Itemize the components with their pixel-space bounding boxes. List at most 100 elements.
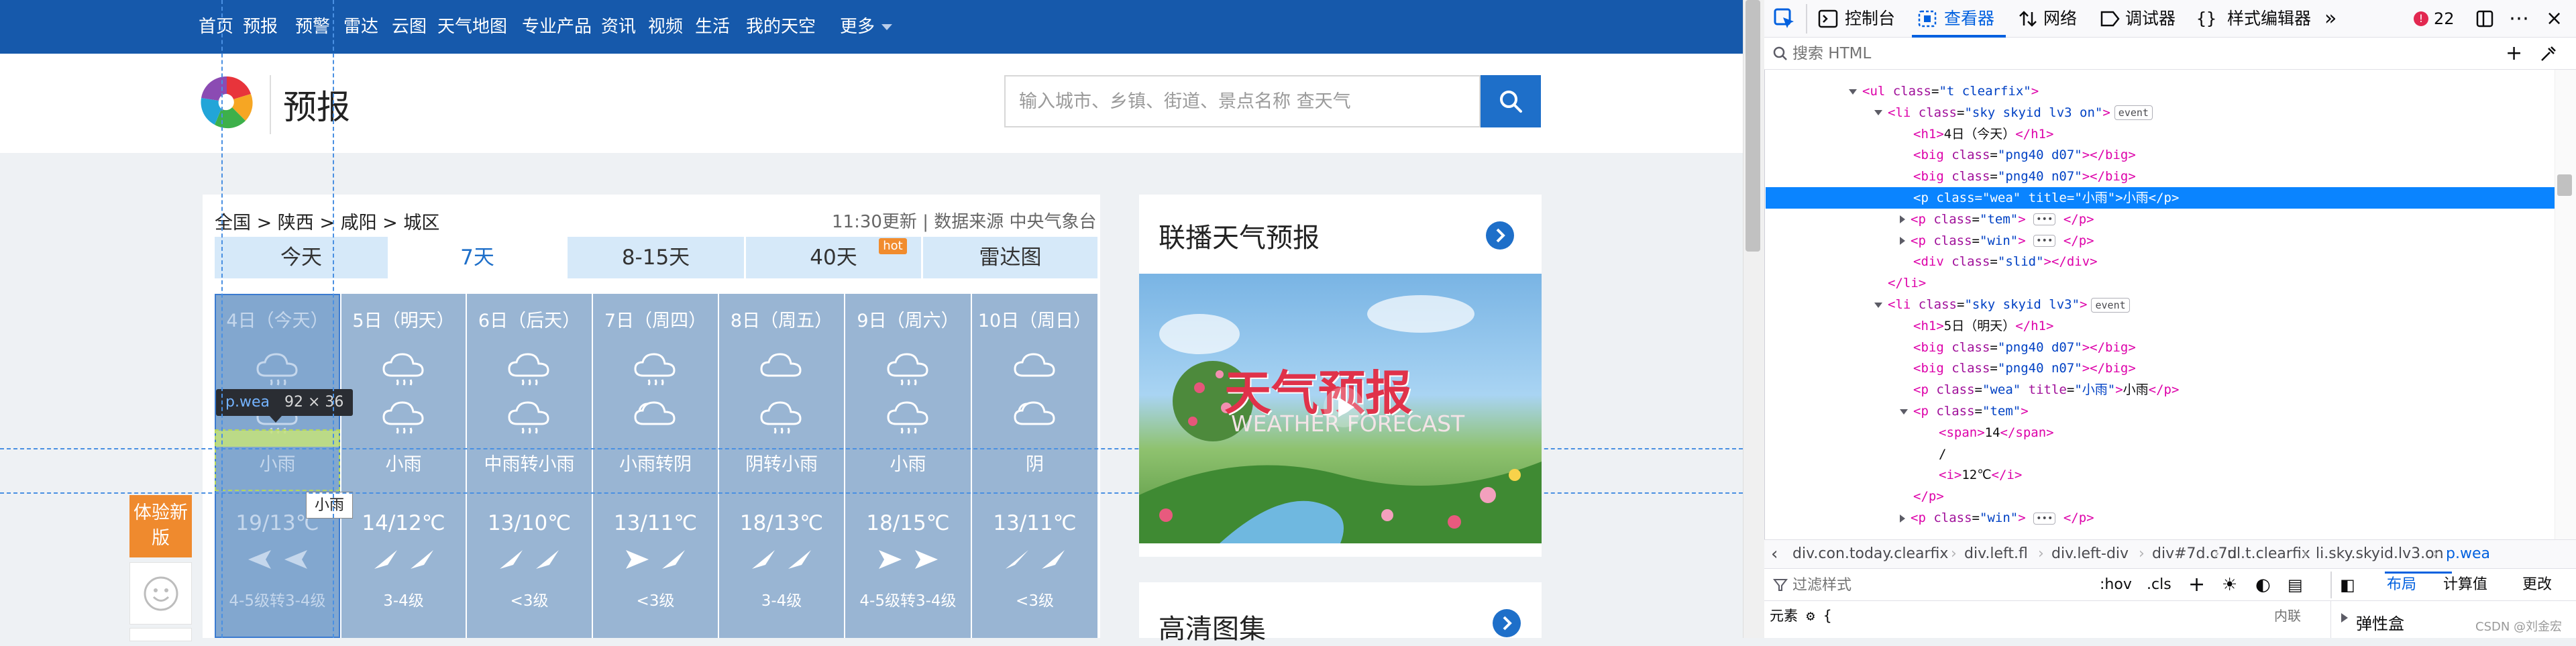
tree-node-markup: <p class="wea" title="小雨">小雨</p> (1913, 191, 2180, 205)
expand-icon[interactable] (1900, 215, 1905, 224)
tab-computed[interactable]: 计算值 (2443, 569, 2487, 601)
breadcrumb-node[interactable]: div#7d.c7d (2152, 539, 2237, 569)
light-theme-icon[interactable]: ☀ (2222, 569, 2237, 601)
play-button[interactable] (1324, 387, 1364, 427)
city-search-input[interactable] (1004, 75, 1481, 127)
tab-layout[interactable]: 布局 (2387, 569, 2416, 601)
cls-toggle[interactable]: .cls (2147, 569, 2171, 601)
more-tabs-icon[interactable]: » (2324, 0, 2337, 38)
close-icon[interactable]: × (2546, 0, 2563, 38)
forecast-tab[interactable]: 8-15天 (568, 237, 744, 278)
tree-node[interactable]: <p class="tem"> (1900, 400, 2029, 422)
nav-item[interactable]: 资讯 (601, 0, 636, 54)
tree-node[interactable]: <ul class="t clearfix"> (1849, 80, 2039, 102)
tab-debugger[interactable]: 调试器 (2125, 0, 2176, 38)
tree-node[interactable]: <p class="tem"> ••• </p> (1900, 209, 2094, 230)
collapse-icon[interactable] (1874, 302, 1882, 308)
tree-node[interactable]: <big class="png40 n07"></big> (1913, 358, 2136, 379)
collapse-icon[interactable] (1849, 89, 1857, 95)
tree-scrollbar[interactable] (2555, 70, 2576, 539)
chevron-left-icon[interactable]: ‹ (1771, 539, 1778, 569)
tree-node[interactable]: <div class="slid"></div> (1913, 251, 2098, 272)
forecast-tab[interactable]: 雷达图 (923, 237, 1097, 278)
tree-node[interactable]: <big class="png40 d07"></big> (1913, 144, 2136, 166)
forecast-day[interactable]: 10日（周日） 阴 13/11℃ <3级 (972, 294, 1097, 638)
tree-node[interactable]: <p class="wea" title="小雨">小雨</p> (1913, 379, 2179, 400)
tab-console[interactable]: 控制台 (1845, 0, 1895, 38)
tree-node[interactable]: <big class="png40 n07"></big> (1913, 166, 2136, 187)
html-search-input[interactable] (1791, 40, 2496, 67)
breadcrumb-node[interactable]: li.sky.skyid.lv3.on (2316, 539, 2444, 569)
nav-item[interactable]: 更多 (840, 0, 875, 54)
tree-node[interactable]: <li class="sky skyid lv3"> event (1874, 294, 2130, 315)
tab-changes[interactable]: 更改 (2522, 569, 2552, 601)
add-rule-icon[interactable]: + (2188, 569, 2205, 601)
tree-node[interactable]: <i>12℃</i> (1939, 464, 2022, 486)
tree-node[interactable]: <big class="png40 d07"></big> (1913, 337, 2136, 358)
tab-network[interactable]: 网络 (2043, 0, 2077, 38)
broadcast-more-button[interactable] (1486, 221, 1514, 250)
tab-inspector[interactable]: 查看器 (1944, 0, 1994, 38)
tree-node[interactable]: / (1939, 443, 1946, 465)
nav-item[interactable]: 预报 (243, 0, 278, 54)
tree-node[interactable]: <p class="win"> ••• </p> (1900, 507, 2094, 529)
forecast-day[interactable]: 8日（周五） 阴转小雨 18/13℃ 3-4级 (719, 294, 844, 638)
search-button[interactable] (1481, 75, 1541, 127)
gallery-more-button[interactable] (1493, 609, 1521, 637)
tree-scrollbar-thumb[interactable] (2557, 174, 2572, 196)
tree-node[interactable]: <p class="win"> ••• </p> (1900, 230, 2094, 252)
tree-node-selected[interactable]: <p class="wea" title="小雨">小雨</p> (1766, 187, 2555, 209)
nav-item[interactable]: 预警 (295, 0, 330, 54)
element-picker-icon[interactable] (1772, 7, 1796, 31)
expand-icon[interactable] (1900, 237, 1905, 246)
nav-item[interactable]: 生活 (695, 0, 730, 54)
tree-node[interactable]: <h1>4日（今天）</h1> (1913, 123, 2053, 145)
tree-node[interactable]: <span>14</span> (1939, 422, 2054, 443)
add-node-icon[interactable]: + (2506, 38, 2522, 70)
element-rule[interactable]: 元素 ⚙ { (1770, 605, 1832, 625)
nav-item[interactable]: 我的天空 (746, 0, 816, 54)
dock-icon[interactable] (2475, 9, 2494, 28)
hov-toggle[interactable]: :hov (2100, 569, 2132, 601)
weather-logo-icon (201, 76, 253, 129)
expand-icon[interactable] (1900, 514, 1905, 523)
style-filter-input[interactable] (1791, 573, 2073, 597)
nav-item[interactable]: 天气地图 (437, 0, 507, 54)
collapse-icon[interactable] (1874, 110, 1882, 116)
dark-theme-icon[interactable]: ◐ (2255, 569, 2271, 601)
new-version-button[interactable]: 体验新版 (129, 495, 192, 557)
breadcrumb-node[interactable]: ul.t.clearfix (2227, 539, 2310, 569)
breadcrumb-node[interactable]: div.left-div (2051, 539, 2129, 569)
expand-icon[interactable] (2341, 613, 2348, 623)
forecast-tab[interactable]: 今天 (215, 237, 388, 278)
tab-style-editor[interactable]: 样式编辑器 (2227, 0, 2311, 38)
breadcrumb-node[interactable]: div.con.today.clearfix (1792, 539, 1948, 569)
error-count[interactable]: 22 (2434, 0, 2455, 38)
print-icon[interactable]: ▤ (2288, 569, 2303, 601)
menu-icon[interactable]: ⋯ (2509, 0, 2529, 38)
forecast-day[interactable]: 7日（周四） 小雨转阴 13/11℃ <3级 (593, 294, 718, 638)
nav-item[interactable]: 专业产品 (522, 0, 592, 54)
nav-item[interactable]: 首页 (199, 0, 233, 54)
nav-item[interactable]: 云图 (392, 0, 427, 54)
forecast-day[interactable]: 9日（周六） 小雨 18/15℃ 4-5级转3-4级 (845, 294, 971, 638)
nav-item[interactable]: 视频 (648, 0, 683, 54)
float-button[interactable] (129, 628, 192, 641)
forecast-day[interactable]: 6日（后天） 中雨转小雨 13/10℃ <3级 (467, 294, 592, 638)
forecast-tab[interactable]: 7天 (389, 237, 566, 278)
feedback-button[interactable] (129, 562, 192, 625)
nav-item[interactable]: 雷达 (343, 0, 378, 54)
flexbox-section[interactable]: 弹性盒 (2356, 610, 2404, 634)
toggle-pane-icon[interactable]: ◧ (2340, 569, 2355, 601)
tree-node[interactable]: </li> (1888, 272, 1926, 294)
tree-node[interactable]: <li class="sky skyid lv3 on"> event (1874, 102, 2153, 123)
tree-node[interactable]: </p> (1913, 486, 1944, 507)
breadcrumb-node[interactable]: p.wea (2446, 539, 2490, 569)
page-scrollbar-thumb[interactable] (1746, 0, 1760, 252)
eyedropper-icon[interactable] (2539, 44, 2558, 63)
location-breadcrumb[interactable]: 全国 > 陕西 > 咸阳 > 城区 (215, 208, 439, 234)
tree-node[interactable]: <h1>5日（明天）</h1> (1913, 315, 2053, 337)
collapse-icon[interactable] (1900, 409, 1908, 415)
forecast-day[interactable]: 5日（明天） 小雨 14/12℃ 3-4级 (341, 294, 466, 638)
breadcrumb-node[interactable]: div.left.fl (1964, 539, 2028, 569)
